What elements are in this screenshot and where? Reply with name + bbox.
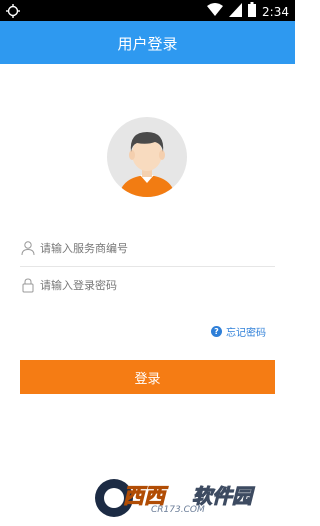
password-field xyxy=(20,268,275,304)
page-title: 用户登录 xyxy=(117,35,178,53)
service-id-input[interactable] xyxy=(40,231,275,265)
battery-icon xyxy=(248,2,257,21)
user-icon xyxy=(20,240,36,256)
forgot-password-label: 忘记密码 xyxy=(226,328,266,339)
target-icon xyxy=(6,3,20,22)
forgot-password-link[interactable]: ? 忘记密码 xyxy=(211,324,266,339)
avatar xyxy=(107,117,187,197)
status-bar: 2:34 xyxy=(0,0,295,21)
watermark-url: CR173.COM xyxy=(151,505,205,515)
password-input[interactable] xyxy=(40,268,275,302)
service-id-field xyxy=(20,231,275,267)
wifi-icon xyxy=(207,2,224,21)
help-icon: ? xyxy=(211,326,222,337)
login-button[interactable]: 登录 xyxy=(20,360,275,394)
signal-icon xyxy=(229,2,243,21)
clock-time: 2:34 xyxy=(262,4,289,19)
lock-icon xyxy=(20,277,36,293)
app-header: 用户登录 xyxy=(0,21,295,64)
divider xyxy=(20,266,275,267)
watermark-logo: 西西 软件园 CR173.COM xyxy=(95,476,275,518)
